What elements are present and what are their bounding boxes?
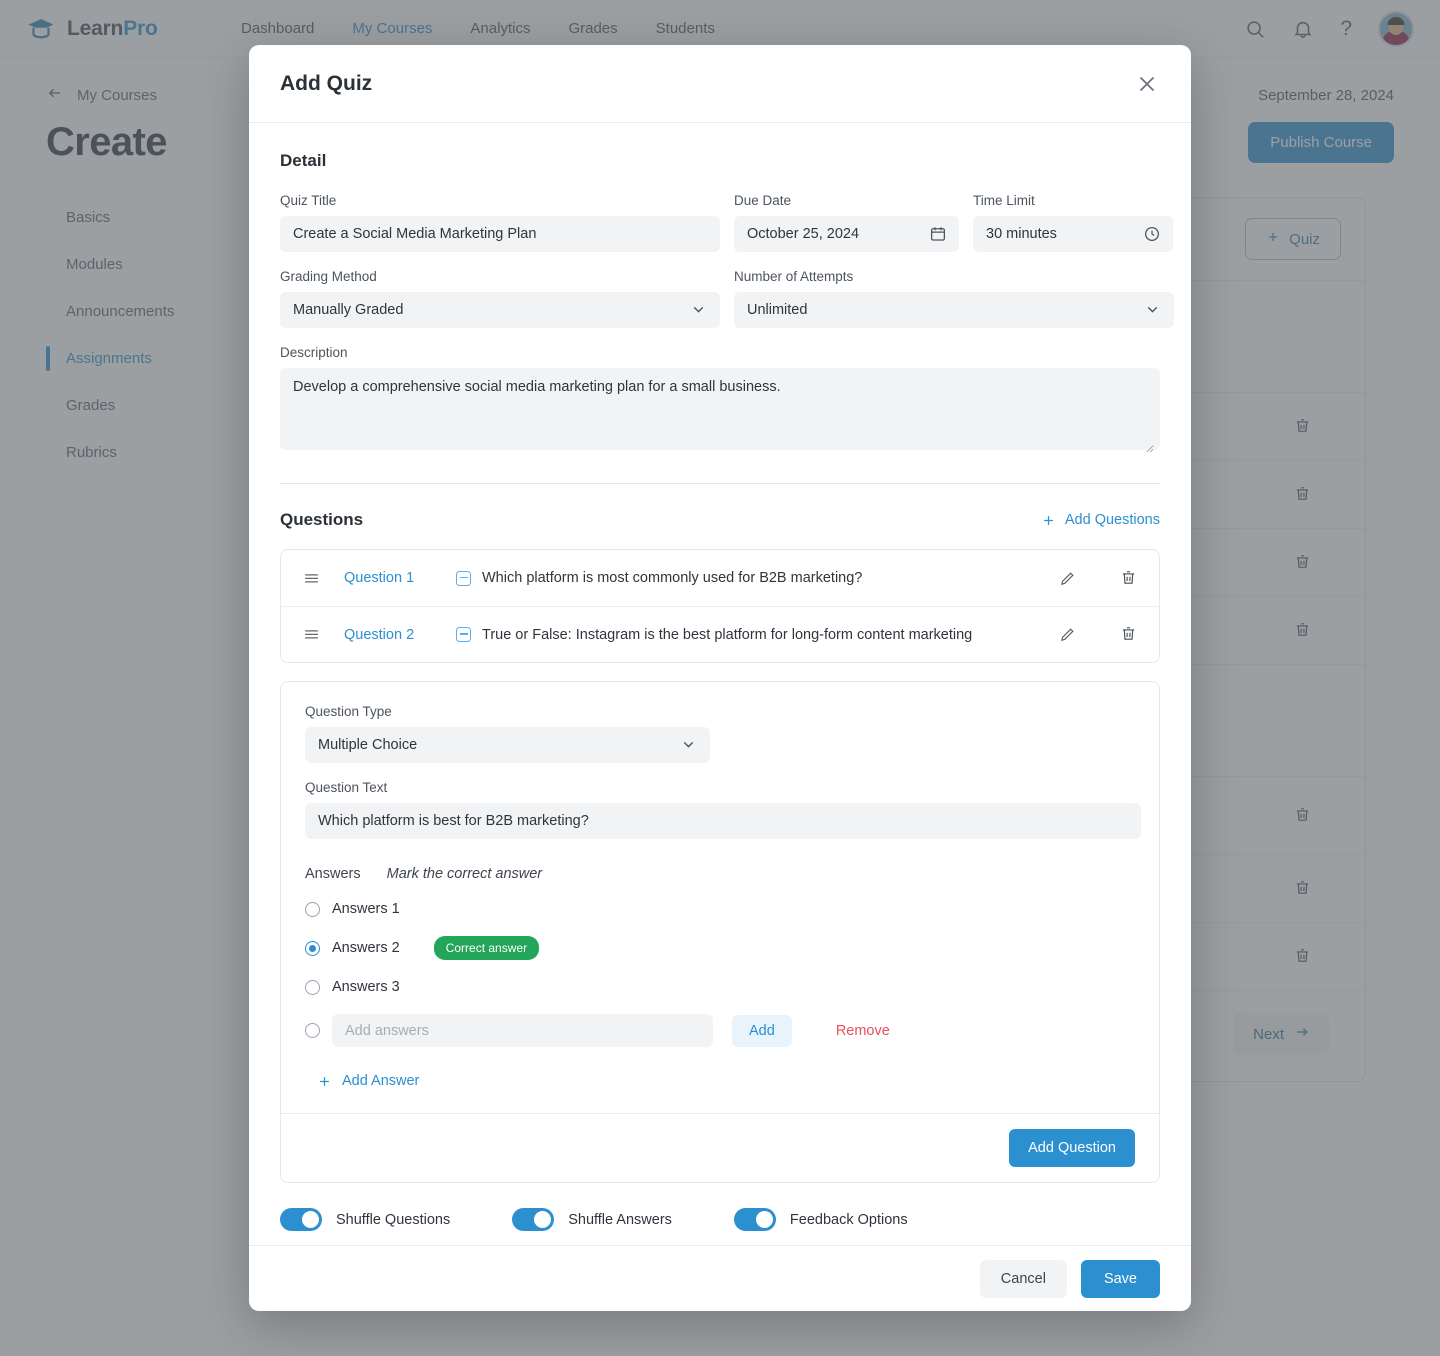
add-answer-link[interactable]: Add Answer	[317, 1073, 1135, 1089]
grading-method-field: Grading Method	[280, 269, 720, 328]
add-question-button[interactable]: Add Question	[1009, 1129, 1135, 1167]
trash-icon[interactable]	[1120, 625, 1137, 644]
answer-label: Answers 1	[332, 901, 400, 917]
dialog-title: Add Quiz	[280, 71, 373, 95]
add-answer-button[interactable]: Add	[732, 1014, 792, 1047]
questions-header: Questions Add Questions	[280, 510, 1160, 530]
description-field: Description	[280, 345, 1160, 455]
add-quiz-dialog: Add Quiz Detail Quiz Title Due Date	[249, 45, 1191, 1311]
answer-option-row[interactable]: Answers 2 Correct answer	[305, 936, 1135, 960]
questions-section-title: Questions	[280, 510, 364, 529]
question-text-input[interactable]	[305, 803, 1141, 839]
answer-label: Answers 2	[332, 940, 400, 956]
calendar-icon[interactable]	[929, 225, 947, 243]
questions-list: Question 1 Which platform is most common…	[280, 549, 1160, 663]
cancel-button[interactable]: Cancel	[979, 1259, 1067, 1298]
quiz-options-toggles: Shuffle Questions Shuffle Answers Feedba…	[280, 1208, 1160, 1231]
question-text: True or False: Instagram is the best pla…	[482, 626, 973, 643]
detail-fields-row-1: Quiz Title Due Date Time Limit	[280, 193, 1173, 252]
new-answer-row: Add Remove	[305, 1014, 1135, 1047]
question-text-field: Question Text	[305, 780, 1141, 839]
detail-section-title: Detail	[280, 151, 327, 170]
multiple-choice-icon	[456, 627, 471, 642]
answer-label: Answers 3	[332, 979, 400, 995]
feedback-options-toggle[interactable]	[733, 1208, 776, 1231]
save-button[interactable]: Save	[1080, 1259, 1160, 1298]
answer-option-row[interactable]: Answers 1	[305, 901, 1135, 917]
shuffle-questions-label: Shuffle Questions	[336, 1211, 451, 1228]
shuffle-questions-option: Shuffle Questions	[280, 1208, 450, 1231]
time-limit-label: Time Limit	[973, 193, 1035, 208]
chevron-down-icon[interactable]	[680, 736, 697, 753]
question-type-label: Question Type	[305, 704, 392, 719]
plus-icon	[1041, 513, 1056, 528]
feedback-options-option: Feedback Options	[733, 1208, 908, 1231]
feedback-options-label: Feedback Options	[789, 1211, 908, 1228]
chevron-down-icon[interactable]	[690, 301, 707, 318]
dialog-body: Detail Quiz Title Due Date Time Limit	[249, 123, 1191, 1245]
attempts-select[interactable]	[734, 292, 1174, 328]
question-type-select[interactable]	[305, 727, 710, 763]
quiz-title-field: Quiz Title	[280, 193, 720, 252]
question-row-actions	[1059, 625, 1137, 644]
multiple-choice-icon	[456, 570, 471, 586]
answer-radio[interactable]	[305, 1023, 320, 1038]
question-row[interactable]: Question 1 Which platform is most common…	[281, 550, 1159, 606]
question-number-link[interactable]: Question 1	[344, 570, 456, 586]
chevron-down-icon[interactable]	[1144, 301, 1161, 318]
grading-method-label: Grading Method	[280, 269, 377, 284]
due-date-field: Due Date	[734, 193, 959, 252]
add-answer-link-label: Add Answer	[342, 1073, 420, 1089]
shuffle-answers-toggle[interactable]	[512, 1208, 555, 1231]
answer-radio-selected[interactable]	[305, 940, 320, 956]
due-date-label: Due Date	[734, 193, 792, 208]
remove-answer-button[interactable]: Remove	[836, 1023, 890, 1039]
dialog-header: Add Quiz	[249, 45, 1191, 123]
dialog-footer: Cancel Save	[249, 1245, 1191, 1311]
description-textarea[interactable]	[280, 368, 1160, 450]
answer-radio[interactable]	[305, 901, 320, 917]
plus-icon	[317, 1074, 332, 1089]
edit-pencil-icon[interactable]	[1059, 626, 1076, 643]
question-editor: Question Type Question Text Answers Mark…	[280, 681, 1160, 1183]
screen: LearnPro Dashboard My Courses Analytics …	[0, 0, 1440, 1356]
question-editor-footer: Add Question	[281, 1113, 1159, 1182]
description-label: Description	[280, 345, 348, 360]
attempts-field: Number of Attempts	[734, 269, 1174, 328]
quiz-title-input[interactable]	[280, 216, 720, 252]
answers-label: Answers	[305, 866, 361, 882]
time-limit-field: Time Limit	[973, 193, 1173, 252]
grading-method-select[interactable]	[280, 292, 720, 328]
close-icon[interactable]	[1134, 71, 1160, 97]
trash-icon[interactable]	[1120, 569, 1137, 588]
answers-header: Answers Mark the correct answer	[305, 866, 1135, 882]
shuffle-answers-label: Shuffle Answers	[568, 1211, 672, 1228]
edit-pencil-icon[interactable]	[1059, 570, 1076, 587]
quiz-title-label: Quiz Title	[280, 193, 337, 208]
question-text: Which platform is most commonly used for…	[482, 570, 863, 586]
correct-answer-badge: Correct answer	[433, 936, 540, 960]
question-row-actions	[1059, 569, 1137, 588]
answer-option-row[interactable]: Answers 3	[305, 979, 1135, 995]
add-questions-link[interactable]: Add Questions	[1041, 512, 1160, 528]
question-number-link[interactable]: Question 2	[344, 627, 456, 643]
shuffle-answers-option: Shuffle Answers	[512, 1208, 672, 1231]
attempts-label: Number of Attempts	[734, 269, 854, 284]
question-row[interactable]: Question 2 True or False: Instagram is t…	[281, 606, 1159, 662]
detail-fields-row-2: Grading Method Number of Attempts	[280, 269, 1174, 328]
shuffle-questions-toggle[interactable]	[280, 1208, 322, 1231]
clock-icon[interactable]	[1143, 225, 1161, 243]
resize-handle-icon[interactable]	[1143, 440, 1154, 453]
section-divider	[280, 483, 1160, 484]
drag-handle-icon[interactable]	[303, 628, 320, 641]
question-type-field: Question Type	[305, 704, 710, 763]
add-questions-label: Add Questions	[1064, 512, 1160, 528]
answer-radio[interactable]	[305, 979, 320, 995]
drag-handle-icon[interactable]	[303, 572, 320, 585]
due-date-input[interactable]	[734, 216, 959, 252]
question-editor-body: Question Type Question Text Answers Mark…	[281, 682, 1159, 1113]
question-text-label: Question Text	[305, 780, 388, 795]
mark-correct-hint: Mark the correct answer	[386, 866, 543, 882]
new-answer-input[interactable]	[332, 1014, 713, 1047]
